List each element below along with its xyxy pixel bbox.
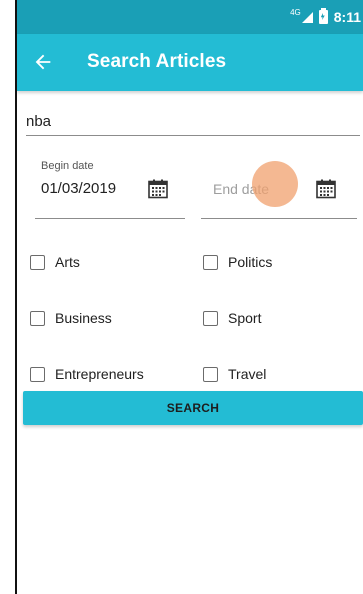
signal-icon bbox=[301, 11, 313, 23]
checkbox-box[interactable] bbox=[203, 366, 218, 382]
checkbox-label: Business bbox=[55, 310, 112, 326]
checkbox-arts[interactable]: Arts bbox=[30, 254, 80, 270]
checkbox-box[interactable] bbox=[30, 254, 45, 270]
begin-date-label: Begin date bbox=[41, 160, 94, 172]
checkbox-entrepreneurs[interactable]: Entrepreneurs bbox=[30, 366, 144, 382]
battery-icon bbox=[318, 8, 328, 24]
status-icons: 4G 8:11 bbox=[290, 0, 361, 34]
page-title: Search Articles bbox=[87, 51, 227, 72]
checkbox-box[interactable] bbox=[203, 310, 218, 326]
search-button[interactable]: SEARCH bbox=[23, 391, 363, 425]
arrow-left-icon[interactable] bbox=[32, 51, 54, 73]
end-date-underline bbox=[201, 218, 357, 219]
checkbox-box[interactable] bbox=[203, 254, 218, 270]
begin-date-underline bbox=[35, 218, 185, 219]
network-type: 4G bbox=[290, 7, 301, 17]
checkbox-label: Arts bbox=[55, 254, 80, 270]
checkbox-box[interactable] bbox=[30, 310, 45, 326]
calendar-icon[interactable] bbox=[316, 179, 336, 199]
status-bar: 4G 8:11 bbox=[17, 0, 363, 34]
calendar-icon[interactable] bbox=[148, 179, 168, 199]
app-bar: Search Articles bbox=[17, 34, 363, 91]
checkbox-label: Entrepreneurs bbox=[55, 366, 144, 382]
search-query-input[interactable]: nba bbox=[26, 110, 360, 136]
checkbox-box[interactable] bbox=[30, 366, 45, 382]
status-time: 8:11 bbox=[333, 9, 361, 25]
checkbox-label: Politics bbox=[228, 254, 273, 270]
checkbox-sport[interactable]: Sport bbox=[203, 310, 261, 326]
checkbox-business[interactable]: Business bbox=[30, 310, 112, 326]
checkbox-label: Travel bbox=[228, 366, 267, 382]
checkbox-travel[interactable]: Travel bbox=[203, 366, 266, 382]
phone-screen: 4G 8:11 Search Articles nba Begin date 0… bbox=[17, 0, 363, 594]
checkbox-label: Sport bbox=[228, 310, 262, 326]
checkbox-politics[interactable]: Politics bbox=[203, 254, 272, 270]
touch-indicator bbox=[252, 161, 298, 207]
begin-date-field[interactable]: 01/03/2019 bbox=[41, 180, 116, 197]
